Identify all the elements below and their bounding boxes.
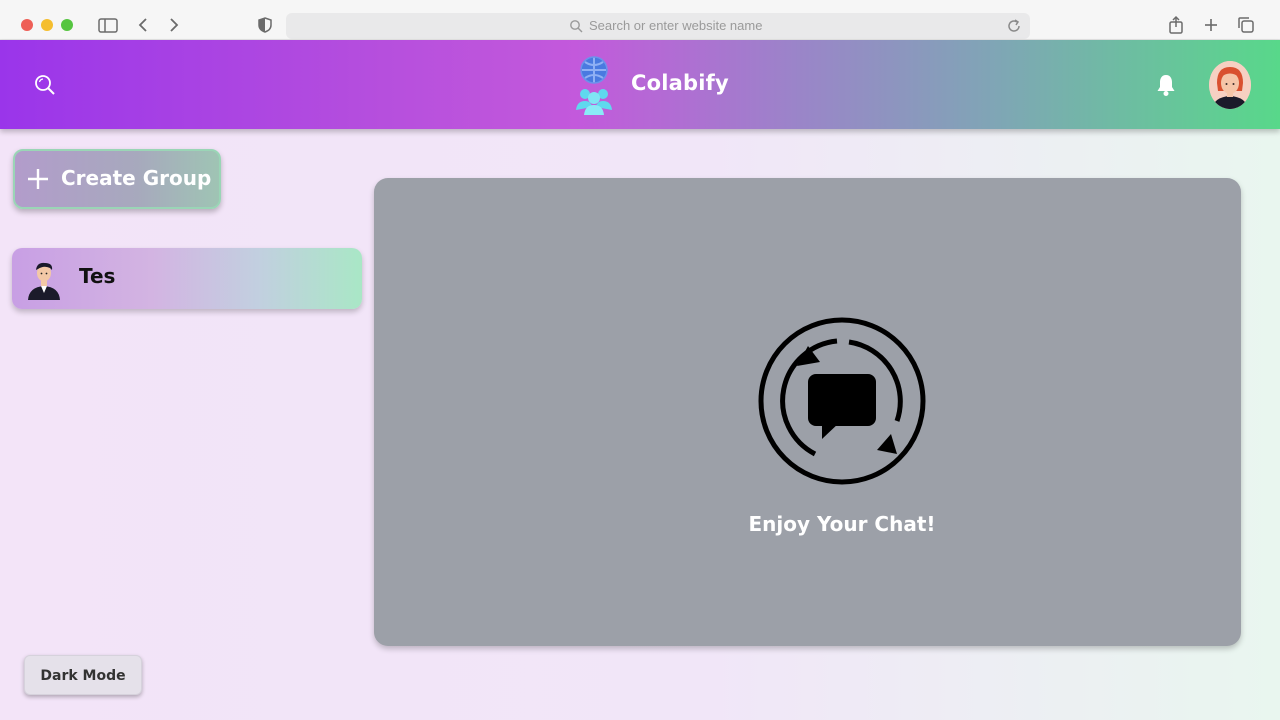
- app-header: Colabify: [0, 40, 1280, 129]
- search-icon: [570, 20, 583, 33]
- browser-toolbar: Search or enter website name: [0, 0, 1280, 40]
- empty-chat-message: Enjoy Your Chat!: [748, 512, 936, 536]
- brand-name: Colabify: [631, 71, 729, 95]
- minimize-window-button[interactable]: [41, 19, 53, 31]
- create-group-label: Create Group: [61, 166, 212, 190]
- contact-avatar-icon: [28, 262, 60, 300]
- chat-sync-icon: [758, 317, 926, 485]
- user-avatar-icon: [1209, 61, 1251, 109]
- close-window-button[interactable]: [21, 19, 33, 31]
- share-icon[interactable]: [1165, 14, 1187, 36]
- shield-icon[interactable]: [254, 14, 276, 36]
- colabify-logo-icon: [576, 56, 612, 115]
- dark-mode-button[interactable]: Dark Mode: [24, 655, 142, 695]
- chat-list-item[interactable]: Tes: [12, 248, 362, 309]
- chat-panel: Enjoy Your Chat!: [374, 178, 1241, 646]
- plus-icon: [28, 169, 48, 189]
- sidebar-toggle-icon[interactable]: [97, 14, 119, 36]
- search-icon[interactable]: [33, 73, 57, 97]
- notification-bell-icon[interactable]: [1155, 73, 1177, 97]
- forward-icon[interactable]: [163, 14, 185, 36]
- address-placeholder: Search or enter website name: [589, 18, 763, 33]
- back-icon[interactable]: [132, 14, 154, 36]
- reload-icon[interactable]: [1005, 17, 1023, 35]
- maximize-window-button[interactable]: [61, 19, 73, 31]
- chat-contact-name: Tes: [79, 264, 116, 288]
- tab-overview-icon[interactable]: [1235, 14, 1257, 36]
- new-tab-icon[interactable]: [1200, 14, 1222, 36]
- create-group-button[interactable]: Create Group: [13, 149, 221, 209]
- user-avatar[interactable]: [1209, 61, 1251, 109]
- address-bar[interactable]: Search or enter website name: [286, 13, 1030, 39]
